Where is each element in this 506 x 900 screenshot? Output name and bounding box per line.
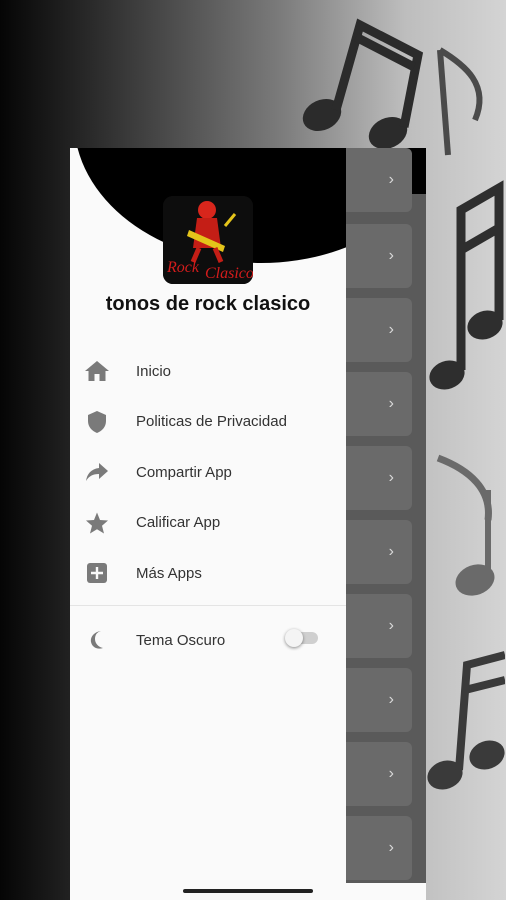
home-indicator[interactable]: [183, 889, 313, 893]
chevron-right-icon: ›: [388, 543, 394, 560]
dark-theme-row: Tema Oscuro: [70, 615, 346, 665]
system-nav-bar: [70, 883, 426, 900]
list-item[interactable]: ›: [346, 446, 412, 510]
tone-list: › › › › › › › › › ›: [346, 148, 426, 900]
list-item[interactable]: ›: [346, 520, 412, 584]
menu-item-mas-apps[interactable]: Más Apps: [70, 548, 346, 599]
list-item[interactable]: ›: [346, 594, 412, 658]
list-item[interactable]: ›: [346, 372, 412, 436]
list-item[interactable]: ›: [346, 298, 412, 362]
chevron-right-icon: ›: [388, 617, 394, 634]
menu-item-label: Calificar App: [136, 514, 221, 532]
app-title: tonos de rock clasico: [105, 293, 311, 315]
menu-item-label: Más Apps: [136, 564, 202, 582]
home-icon: [84, 358, 110, 384]
svg-text:Rock: Rock: [166, 259, 200, 276]
menu-item-politicas[interactable]: Politicas de Privacidad: [70, 397, 346, 448]
chevron-right-icon: ›: [388, 765, 394, 782]
chevron-right-icon: ›: [388, 321, 394, 338]
drawer-menu: Inicio Politicas de Privacidad Compartir…: [70, 346, 346, 599]
star-icon: [84, 510, 110, 536]
music-note-icon: [427, 651, 505, 790]
app-logo: Rock Clasico: [163, 196, 253, 284]
chevron-right-icon: ›: [388, 839, 394, 856]
chevron-right-icon: ›: [388, 691, 394, 708]
menu-item-label: Inicio: [136, 362, 172, 380]
svg-text:Clasico: Clasico: [205, 265, 253, 282]
music-note-icon: [436, 454, 495, 596]
menu-item-compartir[interactable]: Compartir App: [70, 447, 346, 498]
navigation-drawer: Rock Clasico tonos de rock clasico Inici…: [70, 148, 346, 900]
chevron-right-icon: ›: [388, 395, 394, 412]
share-icon: [84, 459, 110, 485]
menu-item-inicio[interactable]: Inicio: [70, 346, 346, 397]
add-box-icon: [84, 560, 110, 586]
music-note-icon: [302, 18, 424, 150]
music-note-icon: [437, 47, 483, 156]
list-item[interactable]: ›: [346, 742, 412, 806]
menu-item-label: Compartir App: [136, 463, 232, 481]
phone-screen: › › › › › › › › › › Rock Clasico tonos d…: [70, 148, 426, 900]
rocker-logo-icon: Rock Clasico: [163, 196, 253, 284]
dark-theme-toggle[interactable]: [285, 629, 318, 647]
menu-item-label: Politicas de Privacidad: [136, 413, 287, 431]
menu-divider: [70, 605, 346, 606]
chevron-right-icon: ›: [388, 247, 394, 264]
music-note-icon: [429, 180, 504, 390]
toggle-knob: [285, 629, 303, 647]
list-item[interactable]: ›: [346, 148, 412, 212]
list-item[interactable]: ›: [346, 668, 412, 732]
chevron-right-icon: ›: [388, 469, 394, 486]
list-item[interactable]: ›: [346, 224, 412, 288]
menu-item-calificar[interactable]: Calificar App: [70, 498, 346, 549]
shield-icon: [84, 409, 110, 435]
list-item[interactable]: ›: [346, 816, 412, 880]
moon-icon: [84, 627, 110, 653]
theme-label: Tema Oscuro: [136, 631, 226, 649]
